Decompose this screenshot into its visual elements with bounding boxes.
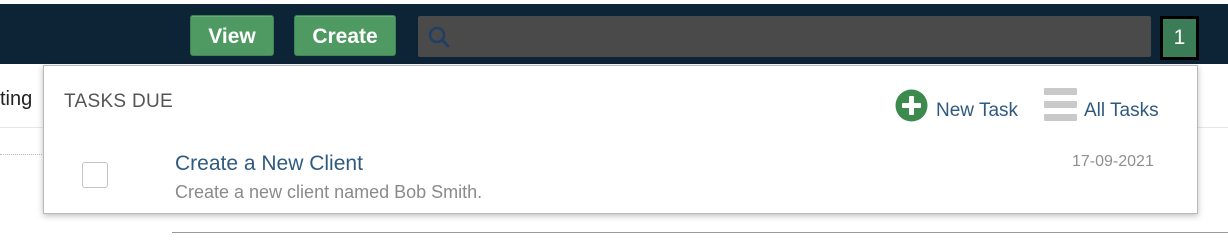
plus-circle-icon [895,89,928,122]
all-tasks-label: All Tasks [1084,100,1159,121]
background-divider [0,154,44,155]
background-tab-fragment[interactable]: ting [0,76,44,128]
task-title-link[interactable]: Create a New Client [175,152,363,176]
top-navigation-bar: View Create 1 [0,0,1228,64]
create-button[interactable]: Create [294,15,396,56]
background-tab-label: ting [0,88,33,110]
panel-title: TASKS DUE [64,91,173,112]
notification-count: 1 [1163,19,1196,57]
new-task-label: New Task [936,100,1019,121]
search-bar[interactable] [418,16,1151,57]
background-rule [172,232,1228,233]
search-input[interactable] [452,16,1142,57]
tasks-due-dropdown: TASKS DUE New Task All Tasks Create a Ne… [43,65,1198,214]
notification-badge[interactable]: 1 [1160,16,1199,60]
task-description: Create a new client named Bob Smith. [175,182,483,202]
search-icon [428,26,450,48]
task-due-date: 17-09-2021 [1072,153,1154,170]
list-lines-icon [1044,88,1077,121]
task-checkbox[interactable] [82,162,108,188]
background-strip [1198,76,1228,128]
view-button[interactable]: View [190,15,274,56]
